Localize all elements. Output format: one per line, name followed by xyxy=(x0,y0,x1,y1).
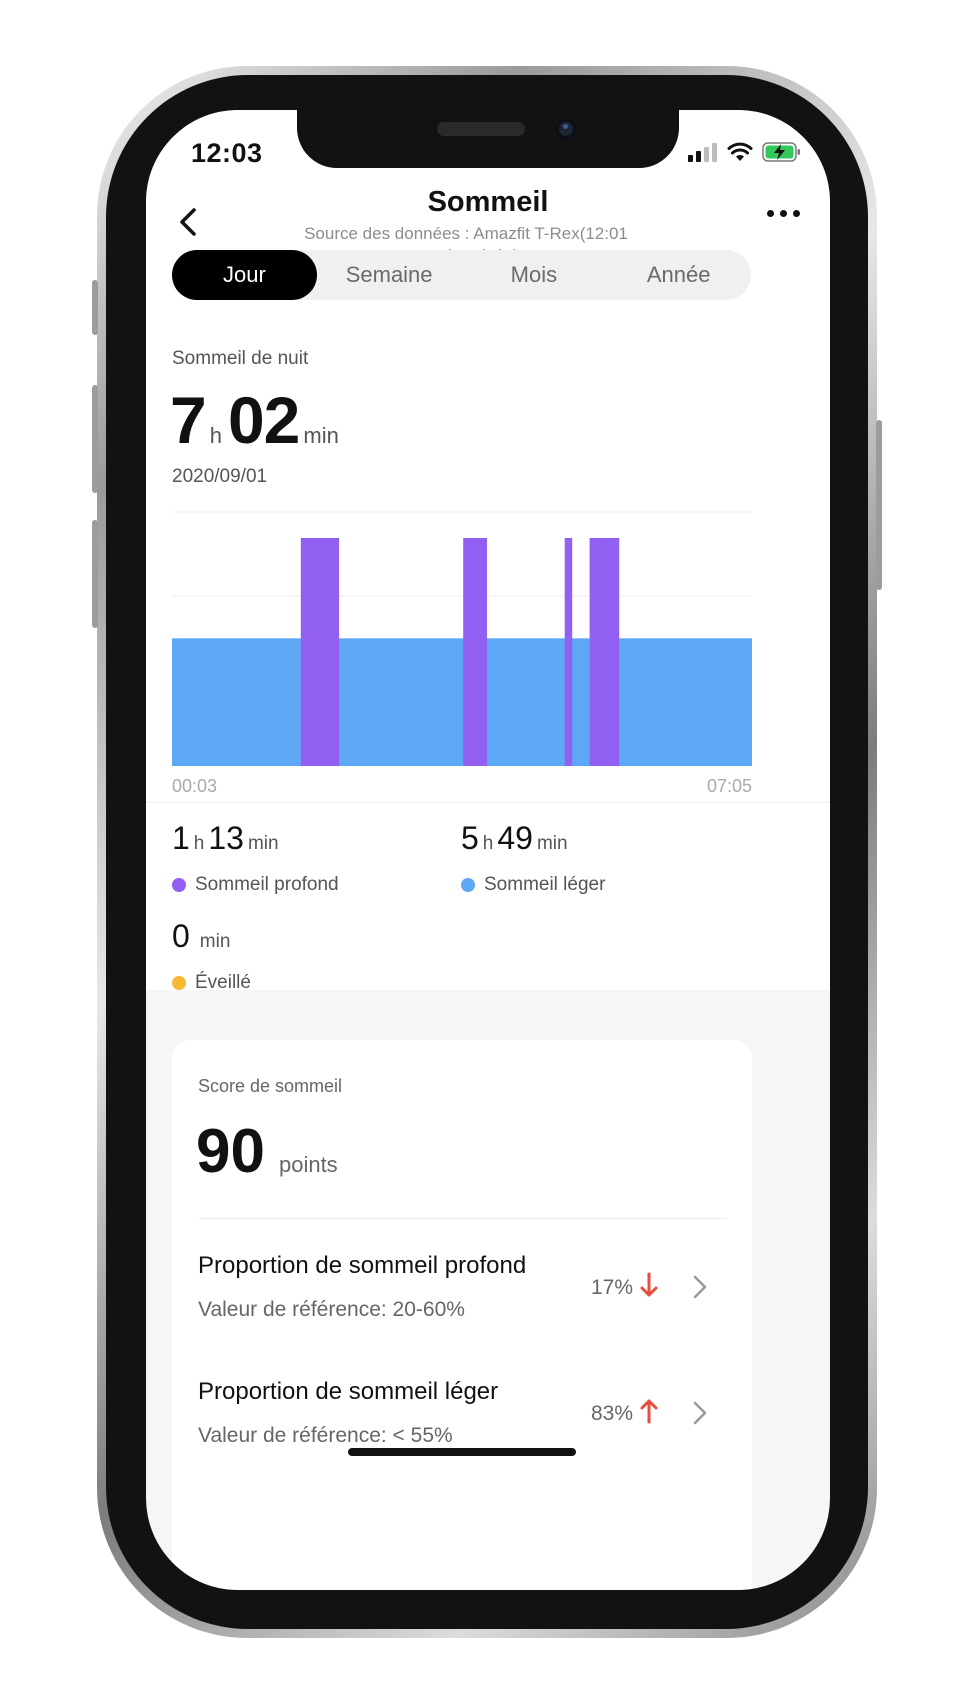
status-icons xyxy=(688,140,802,164)
light-sleep-area xyxy=(172,638,752,766)
row-reference: Valeur de référence: < 55% xyxy=(198,1424,453,1447)
night-sleep-label: Sommeil de nuit xyxy=(172,348,309,369)
mute-switch xyxy=(92,280,98,335)
awake-dot xyxy=(172,976,186,990)
deep-sleep-duration: 1 h 13 min xyxy=(172,820,283,857)
cellular-signal-icon xyxy=(688,143,717,162)
sleep-score-unit: points xyxy=(278,1152,338,1177)
deep-hours: 1 xyxy=(172,820,190,856)
row-reference: Valeur de référence: 20-60% xyxy=(198,1298,465,1321)
chevron-right-icon xyxy=(693,1275,707,1299)
deep-minutes: 13 xyxy=(208,820,244,856)
tab-year[interactable]: Année xyxy=(606,250,751,300)
volume-down-button xyxy=(92,520,98,628)
data-source-line1: Source des données : Amazfit T-Rex(12:01 xyxy=(304,224,628,243)
light-sleep-duration: 5 h 49 min xyxy=(461,820,572,857)
chevron-right-icon xyxy=(693,1401,707,1425)
phone-screen: 12:03 Sommeil Source des données : Amazf… xyxy=(146,110,830,1590)
light-hours: 5 xyxy=(461,820,479,856)
light-sleep-label: Sommeil léger xyxy=(484,874,606,895)
tab-month[interactable]: Mois xyxy=(462,250,607,300)
battery-charging-icon xyxy=(762,142,800,162)
card-divider xyxy=(198,1218,726,1219)
arrow-up-icon xyxy=(640,1399,658,1424)
deep-sleep-bar-3 xyxy=(564,538,573,766)
total-sleep-duration: 7 h 02 min xyxy=(170,382,345,458)
light-sleep-proportion-row[interactable]: Proportion de sommeil léger Valeur de ré… xyxy=(198,1378,738,1448)
tab-day[interactable]: Jour xyxy=(172,250,317,300)
total-hours: 7 xyxy=(170,383,207,457)
home-indicator[interactable] xyxy=(348,1448,576,1456)
deep-sleep-dot xyxy=(172,878,186,892)
period-tabs: Jour Semaine Mois Année xyxy=(172,250,751,300)
power-button xyxy=(876,420,882,590)
row-percent: 17% xyxy=(590,1276,633,1299)
arrow-down-icon xyxy=(640,1272,658,1297)
light-sleep-legend: Sommeil léger xyxy=(461,874,605,896)
minutes-unit: min xyxy=(303,423,339,448)
deep-hours-unit: h xyxy=(193,833,205,854)
notch xyxy=(297,110,679,168)
earpiece-speaker xyxy=(437,122,525,136)
deep-minutes-unit: min xyxy=(247,833,279,854)
sleep-date: 2020/09/01 xyxy=(172,466,268,487)
awake-duration: 0 min xyxy=(172,918,234,955)
sleep-score-label: Score de sommeil xyxy=(198,1076,343,1096)
light-hours-unit: h xyxy=(482,833,494,854)
front-camera xyxy=(555,118,577,140)
awake-label: Éveillé xyxy=(195,972,251,993)
deep-sleep-label: Sommeil profond xyxy=(195,874,339,895)
awake-minutes-unit: min xyxy=(199,931,231,952)
deep-sleep-proportion-row[interactable]: Proportion de sommeil profond Valeur de … xyxy=(198,1252,738,1322)
more-options-icon[interactable] xyxy=(767,210,800,217)
total-minutes: 02 xyxy=(227,383,300,457)
sleep-score: 90 points xyxy=(196,1116,338,1187)
light-minutes-unit: min xyxy=(536,833,568,854)
light-sleep-dot xyxy=(461,878,475,892)
status-time: 12:03 xyxy=(191,138,263,168)
deep-sleep-bar-2 xyxy=(463,538,487,766)
volume-up-button xyxy=(92,385,98,493)
sleep-score-value: 90 xyxy=(196,1117,265,1186)
chart-x-start-label: 00:03 xyxy=(172,776,218,796)
deep-sleep-bar-1 xyxy=(300,538,340,766)
light-minutes: 49 xyxy=(497,820,533,856)
chart-x-end-label: 07:05 xyxy=(706,776,752,796)
wifi-icon xyxy=(727,142,753,161)
awake-legend: Éveillé xyxy=(172,972,251,994)
sleep-stages-chart xyxy=(172,511,752,766)
page-title: Sommeil xyxy=(427,186,549,218)
awake-minutes: 0 xyxy=(172,918,190,954)
tab-week[interactable]: Semaine xyxy=(317,250,462,300)
divider xyxy=(146,802,830,803)
row-percent: 83% xyxy=(590,1402,633,1425)
deep-sleep-legend: Sommeil profond xyxy=(172,874,339,896)
hours-unit: h xyxy=(209,423,222,448)
deep-sleep-bar-4 xyxy=(589,538,620,766)
